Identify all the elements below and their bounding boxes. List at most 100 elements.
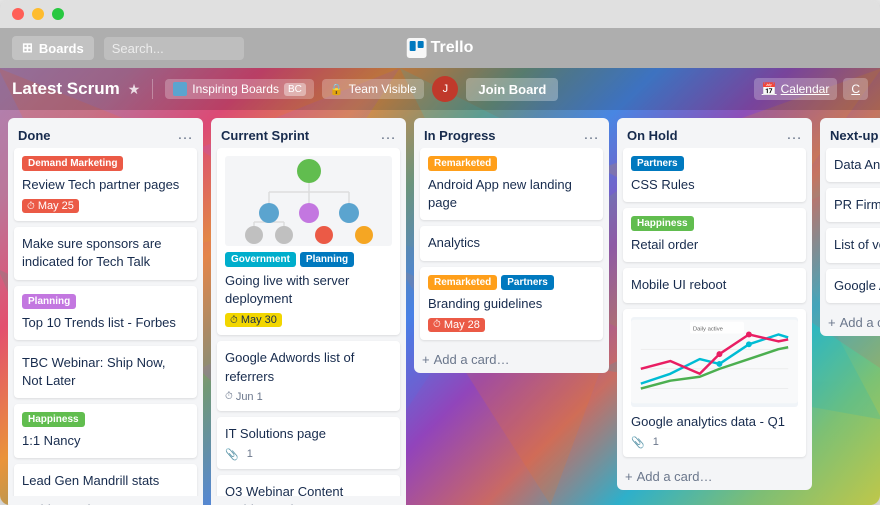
inspiring-boards-badge: BC: [284, 83, 306, 96]
list-cards-on-hold: Partners CSS Rules HappinessRetail order Mo…: [617, 148, 812, 463]
card-meta: 📎 1: [225, 448, 392, 461]
card-title: Data Analytics p...: [834, 156, 880, 174]
card-labels: Partners: [631, 156, 798, 171]
trello-logo-icon: [407, 38, 427, 58]
card-labels: RemarketedPartners: [428, 275, 595, 290]
plus-icon: +: [422, 352, 430, 367]
board-area: Latest Scrum ★ Inspiring Boards BC 🔒 Tea…: [0, 68, 880, 505]
line-chart-image: Daily active: [631, 317, 798, 407]
join-board-button[interactable]: Join Board: [466, 78, 558, 101]
card-oh2[interactable]: HappinessRetail order: [623, 208, 806, 262]
card-title: Mobile UI reboot: [631, 276, 798, 294]
add-card-button-on-hold[interactable]: + Add a card…: [617, 463, 812, 490]
list-menu-button-on-hold[interactable]: …: [786, 126, 802, 144]
plus-icon: +: [828, 315, 836, 330]
attachment-count: 1: [653, 436, 659, 448]
list-menu-button-current-sprint[interactable]: …: [380, 126, 396, 144]
calendar-label: Calendar: [781, 82, 830, 96]
card-labels: Demand Marketing: [22, 156, 189, 171]
list-in-progress: In Progress … RemarketedAndroid App new …: [414, 118, 609, 373]
maximize-button[interactable]: [52, 8, 64, 20]
card-d2[interactable]: Make sure sponsors are indicated for Tec…: [14, 227, 197, 279]
card-cs4[interactable]: Q3 Webinar Content Planning: [217, 475, 400, 496]
boards-button[interactable]: ⊞ Boards: [12, 36, 94, 60]
card-nu2[interactable]: PR Firm outrea...: [826, 188, 880, 222]
list-menu-button-in-progress[interactable]: …: [583, 126, 599, 144]
due-date: ⏱ May 25: [22, 199, 79, 213]
title-bar: [0, 0, 880, 28]
minimize-button[interactable]: [32, 8, 44, 20]
star-icon[interactable]: ★: [128, 81, 141, 98]
add-card-button-done[interactable]: + Add a card…: [8, 496, 203, 505]
due-date: ⏱ May 28: [428, 318, 485, 332]
card-cs2[interactable]: Google Adwords list of referrers ⏱ Jun 1: [217, 341, 400, 410]
list-cards-done: Demand MarketingReview Tech partner page…: [8, 148, 203, 496]
card-meta: ⏱ May 28: [428, 318, 595, 332]
card-nu4[interactable]: Google Adwords...: [826, 269, 880, 303]
add-card-button-current-sprint[interactable]: + Add a card…: [211, 496, 406, 505]
card-title: CSS Rules: [631, 176, 798, 194]
due-date: ⏱ Jun 1: [225, 391, 263, 403]
team-visible-pill[interactable]: 🔒 Team Visible: [322, 79, 425, 99]
org-chart-image: [225, 156, 392, 246]
list-done: Done … Demand MarketingReview Tech partn…: [8, 118, 203, 505]
card-title: TBC Webinar: Ship Now, Not Later: [22, 354, 189, 390]
card-title: Branding guidelines: [428, 295, 595, 313]
card-title: Google analytics data - Q1: [631, 413, 798, 431]
card-labels: Happiness: [631, 216, 798, 231]
list-current-sprint: Current Sprint …: [211, 118, 406, 505]
card-title: Google Adwords...: [834, 277, 880, 295]
calendar-icon: 📅: [762, 82, 777, 96]
card-d4[interactable]: TBC Webinar: Ship Now, Not Later: [14, 346, 197, 398]
list-cards-next-up: Data Analytics p... PR Firm outrea... List…: [820, 148, 880, 309]
card-ip2[interactable]: Analytics: [420, 226, 603, 260]
list-title-done: Done: [18, 128, 51, 143]
card-label: Partners: [501, 275, 554, 290]
card-d6[interactable]: Lead Gen Mandrill stats ⏱ May 22: [14, 464, 197, 496]
divider: [152, 79, 153, 99]
card-label: Demand Marketing: [22, 156, 123, 171]
card-label: Happiness: [22, 412, 85, 427]
search-input[interactable]: [104, 37, 244, 60]
list-cards-in-progress: RemarketedAndroid App new landing page An…: [414, 148, 609, 346]
calendar-button[interactable]: 📅 Calendar: [754, 78, 838, 100]
card-d5[interactable]: Happiness 1:1 Nancy: [14, 404, 197, 458]
clock-icon: ⏱: [27, 201, 35, 212]
card-d1[interactable]: Demand MarketingReview Tech partner page…: [14, 148, 197, 221]
card-cs1[interactable]: GovernmentPlanningGoing live with server…: [217, 148, 400, 335]
card-label: Remarketed: [428, 156, 497, 171]
add-card-button-in-progress[interactable]: + Add a card…: [414, 346, 609, 373]
plus-icon: +: [625, 469, 633, 484]
card-title: Going live with server deployment: [225, 272, 392, 308]
list-title-current-sprint: Current Sprint: [221, 128, 309, 143]
card-oh4[interactable]: Daily active Google analytics data - Q1 📎…: [623, 309, 806, 457]
lists-container: Done … Demand MarketingReview Tech partn…: [0, 110, 880, 505]
card-cs3[interactable]: IT Solutions page📎 1: [217, 417, 400, 469]
grid-icon: ⊞: [22, 40, 33, 56]
card-nu1[interactable]: Data Analytics p...: [826, 148, 880, 182]
extra-menu-button[interactable]: C: [843, 78, 868, 100]
list-title-on-hold: On Hold: [627, 128, 678, 143]
card-title: 1:1 Nancy: [22, 432, 189, 450]
list-menu-button-done[interactable]: …: [177, 126, 193, 144]
card-label: Planning: [300, 252, 354, 267]
close-button[interactable]: [12, 8, 24, 20]
card-d3[interactable]: PlanningTop 10 Trends list - Forbes: [14, 286, 197, 340]
lock-icon: 🔒: [330, 83, 344, 96]
card-nu3[interactable]: List of vendors...: [826, 228, 880, 262]
inspiring-boards-pill[interactable]: Inspiring Boards BC: [165, 79, 314, 99]
clock-icon: ⏱: [230, 315, 238, 326]
boards-label: Boards: [39, 41, 84, 56]
card-oh3[interactable]: Mobile UI reboot: [623, 268, 806, 302]
card-title: Lead Gen Mandrill stats: [22, 472, 189, 490]
card-meta: 📎 1: [631, 436, 798, 449]
add-card-button-next-up[interactable]: + Add a card…: [820, 309, 880, 336]
card-ip3[interactable]: RemarketedPartners Branding guidelines ⏱ …: [420, 267, 603, 340]
card-labels: Planning: [22, 294, 189, 309]
card-labels: Happiness: [22, 412, 189, 427]
list-next-up: Next-up … Data Analytics p...PR Firm out…: [820, 118, 880, 336]
card-oh1[interactable]: Partners CSS Rules: [623, 148, 806, 202]
card-ip1[interactable]: RemarketedAndroid App new landing page: [420, 148, 603, 220]
card-meta: ⏱ May 30: [225, 313, 392, 327]
team-visible-label: Team Visible: [349, 82, 417, 96]
